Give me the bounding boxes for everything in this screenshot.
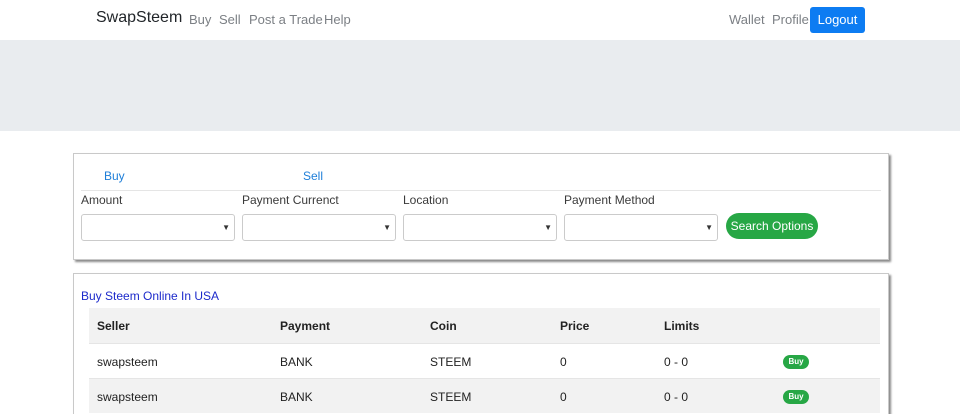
location-label: Location [403,193,449,207]
nav-sell-link[interactable]: Sell [219,12,241,27]
payment-currency-select[interactable]: ▼ [242,214,396,241]
payment-currency-label: Payment Currenct [242,193,339,207]
coin-cell: STEEM [430,355,472,369]
nav-post-trade-link[interactable]: Post a Trade [249,12,323,27]
nav-wallet-link[interactable]: Wallet [729,12,765,27]
limits-cell: 0 - 0 [664,355,689,369]
seller-cell: swapsteem [97,390,158,404]
nav-help-link[interactable]: Help [324,12,351,27]
coin-cell: STEEM [430,390,472,404]
chevron-down-icon: ▼ [222,223,230,232]
amount-label: Amount [81,193,123,207]
chevron-down-icon: ▼ [544,223,552,232]
table-row: swapsteem BANK STEEM 0 0 - 0 Buy [89,343,880,378]
column-header-limits: Limits [664,319,700,333]
payment-method-select[interactable]: ▼ [564,214,718,241]
listing-heading: Buy Steem Online In USA [81,289,220,303]
payment-method-label: Payment Method [564,193,655,207]
search-options-button[interactable]: Search Options [726,213,818,239]
logout-button[interactable]: Logout [810,7,865,33]
price-cell: 0 [560,390,567,404]
tab-sell[interactable]: Sell [303,169,323,183]
amount-select[interactable]: ▼ [81,214,235,241]
tab-buy[interactable]: Buy [104,169,125,183]
price-cell: 0 [560,355,567,369]
search-card: Buy Sell Amount Payment Currenct Locatio… [73,153,889,260]
limits-cell: 0 - 0 [664,390,689,404]
payment-cell: BANK [280,390,313,404]
chevron-down-icon: ▼ [383,223,391,232]
column-header-coin: Coin [430,319,457,333]
payment-cell: BANK [280,355,313,369]
column-header-seller: Seller [97,319,130,333]
location-select[interactable]: ▼ [403,214,557,241]
chevron-down-icon: ▼ [705,223,713,232]
offers-table: Seller Payment Coin Price Limits swapste… [89,308,880,413]
column-header-price: Price [560,319,590,333]
seller-cell: swapsteem [97,355,158,369]
brand-link[interactable]: SwapSteem [96,9,182,27]
table-header-row: Seller Payment Coin Price Limits [89,308,880,343]
nav-buy-link[interactable]: Buy [189,12,211,27]
buy-button[interactable]: Buy [783,390,809,404]
table-row: swapsteem BANK STEEM 0 0 - 0 Buy [89,378,880,413]
listing-card: Buy Steem Online In USA Seller Payment C… [73,273,889,414]
navbar: SwapSteem Buy Sell Post a Trade Help Wal… [0,0,960,40]
tab-divider [81,190,881,191]
column-header-payment: Payment [280,319,331,333]
nav-profile-link[interactable]: Profile [772,12,809,27]
buy-button[interactable]: Buy [783,355,809,369]
hero-banner [0,40,960,131]
